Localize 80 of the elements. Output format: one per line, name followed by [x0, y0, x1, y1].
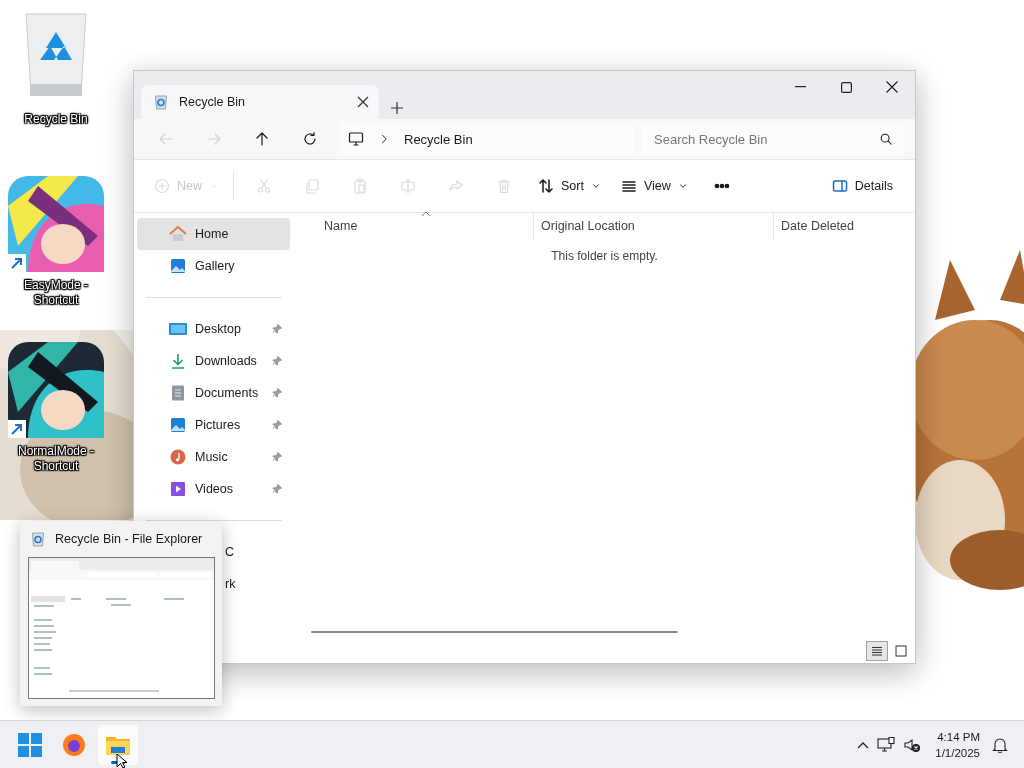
recycle-bin-icon: [153, 94, 169, 110]
trash-icon: [496, 178, 512, 194]
desktop-folder-icon: [169, 322, 187, 336]
start-icon: [18, 732, 42, 757]
search-field[interactable]: Search Recycle Bin: [642, 123, 905, 155]
sort-icon: [538, 178, 554, 194]
search-placeholder: Search Recycle Bin: [654, 131, 768, 147]
notification-bell-icon[interactable]: [992, 736, 1008, 753]
sort-button[interactable]: Sort: [532, 169, 607, 203]
pin-icon: [272, 388, 282, 398]
tab-title: Recycle Bin: [179, 95, 246, 109]
pin-icon: [272, 452, 282, 462]
sidebar-item[interactable]: Desktop: [137, 313, 290, 345]
browser-icon: [62, 732, 86, 757]
explorer-taskbar-button[interactable]: [98, 724, 138, 765]
clock-date: 1/1/2025: [935, 745, 980, 761]
pin-icon: [272, 356, 282, 366]
lines-icon: [620, 178, 637, 194]
sort-caret-icon: [421, 211, 431, 217]
column-header[interactable]: Original Location: [533, 213, 773, 239]
back-icon: [158, 131, 174, 147]
sidebar-item[interactable]: Home: [137, 218, 290, 250]
column-header[interactable]: Name: [294, 213, 533, 239]
column-header[interactable]: Date Deleted: [773, 213, 915, 239]
clock-time: 4:14 PM: [936, 729, 980, 745]
desktop-icon-label[interactable]: Recycle Bin: [4, 112, 108, 127]
sidebar-item[interactable]: Pictures: [137, 409, 290, 441]
video-icon: [170, 481, 186, 497]
chevron-up-icon[interactable]: [857, 740, 870, 749]
preview-title: Recycle Bin - File Explorer: [55, 532, 203, 546]
breadcrumb[interactable]: Recycle Bin: [404, 131, 473, 147]
pin-icon: [272, 420, 282, 430]
scissors-icon: [256, 178, 272, 194]
music-note-icon: [170, 449, 186, 465]
sidebar-item[interactable]: Downloads: [137, 345, 290, 377]
minimize-icon[interactable]: [794, 86, 806, 88]
sidebar-item[interactable]: Documents: [137, 377, 290, 409]
close-icon[interactable]: [886, 81, 898, 93]
sidebar-item[interactable]: Music: [137, 441, 290, 473]
details-pane-icon: [831, 178, 848, 194]
details-button[interactable]: Details: [825, 169, 899, 203]
cursor-icon: [116, 753, 128, 768]
pin-icon: [272, 324, 282, 334]
sidebar-item[interactable]: Gallery: [137, 250, 290, 282]
lines-icon: [871, 645, 883, 657]
sidebar-item[interactable]: C: [224, 543, 236, 561]
rename-icon: [400, 178, 416, 194]
new-tab-icon[interactable]: [391, 102, 403, 114]
scrollbar[interactable]: [311, 631, 678, 633]
empty-message: This folder is empty.: [550, 249, 659, 263]
tab[interactable]: Recycle Bin: [141, 85, 379, 119]
pin-icon: [272, 484, 282, 494]
image-icon: [170, 417, 186, 433]
share-icon: [448, 178, 464, 194]
refresh-icon: [302, 131, 318, 147]
maximize-icon[interactable]: [840, 81, 852, 93]
image-icon: [170, 258, 186, 274]
up-icon: [254, 131, 270, 147]
copy-icon: [304, 178, 320, 194]
muted-speaker-icon[interactable]: [903, 736, 922, 753]
computer-icon: [348, 131, 364, 147]
details-view-button[interactable]: [866, 641, 888, 661]
plus-circle-icon: [154, 178, 170, 194]
address-bar[interactable]: Recycle Bin: [340, 123, 634, 155]
house-icon: [169, 226, 187, 242]
sidebar-item[interactable]: rk: [224, 575, 237, 593]
close-icon[interactable]: [357, 96, 369, 108]
download-icon: [170, 353, 186, 369]
caret-icon: [590, 181, 601, 191]
view-button[interactable]: View: [614, 169, 694, 203]
forward-icon: [206, 131, 222, 147]
clipboard-icon: [352, 178, 368, 194]
square-icon: [895, 645, 907, 657]
sidebar-item[interactable]: Videos: [137, 473, 290, 505]
network-icon[interactable]: [877, 736, 896, 753]
caret-icon: [677, 181, 688, 191]
recycle-bin-icon: [30, 531, 46, 547]
document-icon: [171, 385, 185, 401]
taskbar-preview[interactable]: Recycle Bin - File Explorer: [20, 521, 222, 706]
search-icon: [879, 132, 893, 146]
